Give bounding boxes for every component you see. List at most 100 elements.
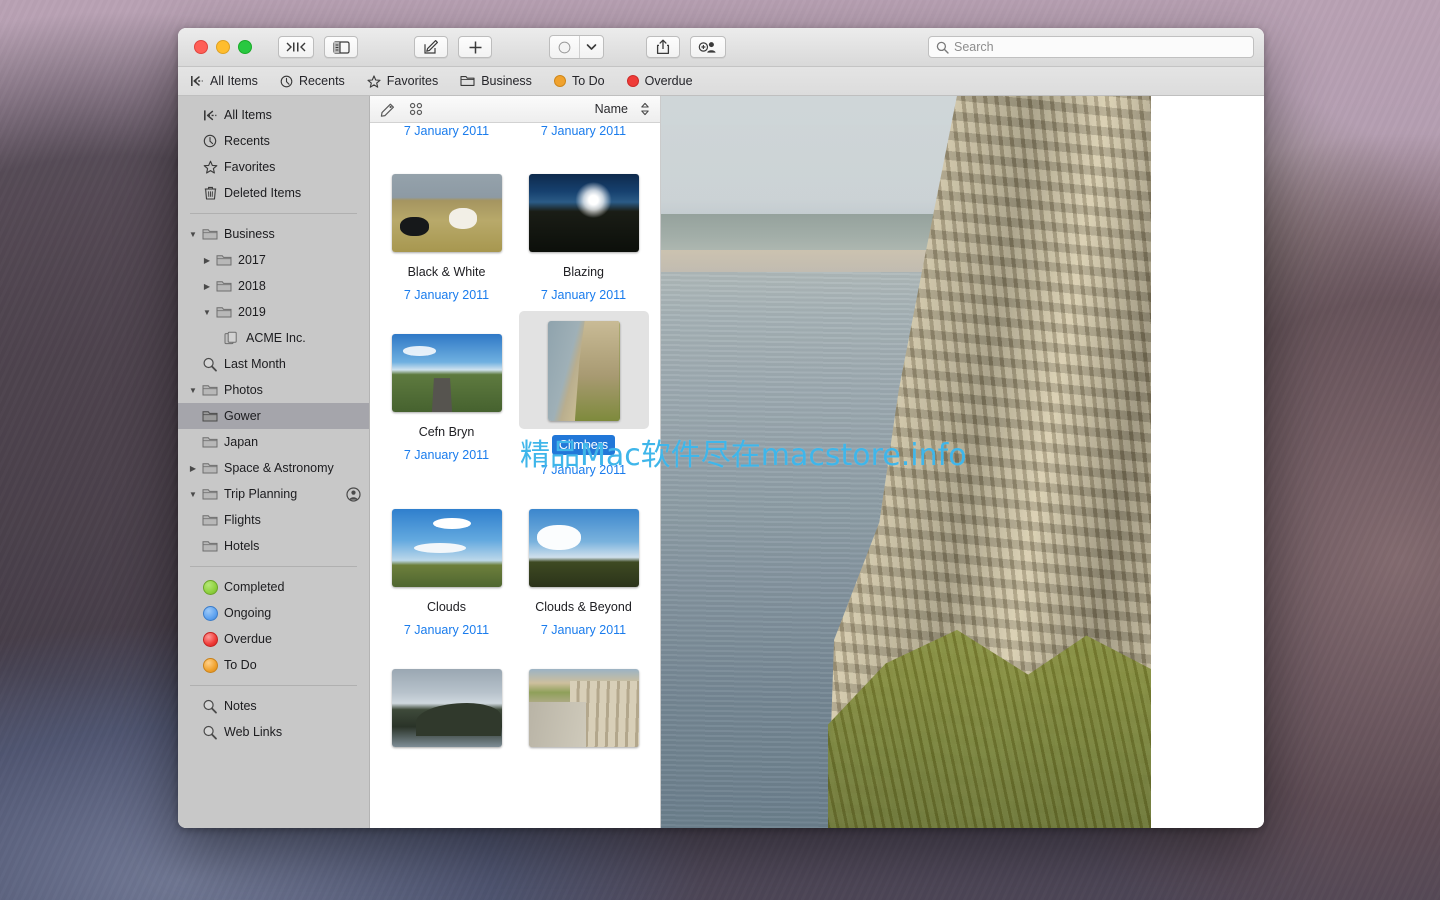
sidebar-item-all-items[interactable]: All Items	[178, 102, 369, 128]
sidebar-item-deleted-items[interactable]: Deleted Items	[178, 180, 369, 206]
list-item[interactable]: 7 January 2011	[378, 123, 515, 147]
sidebar-item-to-do[interactable]: To Do	[178, 652, 369, 678]
item-grid[interactable]: 7 January 2011 7 January 2011 Black & Wh…	[370, 123, 660, 828]
sidebar-item-favorites[interactable]: Favorites	[178, 154, 369, 180]
sidebar-item-japan[interactable]: Japan	[178, 429, 369, 455]
grid-view-icon[interactable]	[409, 102, 423, 116]
sidebar-divider	[190, 685, 357, 686]
stacked-docs-icon	[222, 331, 242, 346]
compose-button[interactable]	[414, 36, 448, 58]
status-circle-icon	[558, 41, 571, 54]
trash-icon	[200, 186, 220, 200]
twisty-right-icon[interactable]: ▶	[200, 282, 214, 291]
twisty-down-icon[interactable]: ▼	[186, 490, 200, 499]
sidebar-item-hotels[interactable]: Hotels	[178, 533, 369, 559]
list-item[interactable]: Clouds 7 January 2011	[378, 486, 515, 646]
list-item-selected[interactable]: Climbers 7 January 2011	[515, 311, 652, 486]
sidebar-item-label: Gower	[224, 409, 261, 423]
twisty-right-icon[interactable]: ▶	[200, 256, 214, 265]
item-date: 7 January 2011	[404, 447, 489, 463]
twisty-right-icon[interactable]: ▶	[186, 464, 200, 473]
list-item[interactable]: Clouds & Beyond 7 January 2011	[515, 486, 652, 646]
status-picker[interactable]	[549, 35, 604, 59]
preview-pane[interactable]	[661, 96, 1264, 828]
status-dropdown-button[interactable]	[579, 36, 603, 58]
tab-overdue[interactable]: Overdue	[627, 74, 693, 88]
sidebar-item-2019[interactable]: ▼ 2019	[178, 299, 369, 325]
sidebar-item-recents[interactable]: Recents	[178, 128, 369, 154]
twisty-down-icon[interactable]: ▼	[186, 230, 200, 239]
sidebar-item-acme-inc[interactable]: ACME Inc.	[178, 325, 369, 351]
sort-label[interactable]: Name	[595, 102, 628, 116]
folder-icon	[200, 488, 220, 501]
sidebar-item-label: Last Month	[224, 357, 286, 371]
tab-all-items[interactable]: All Items	[190, 74, 258, 88]
share-button[interactable]	[646, 36, 680, 58]
sidebar-item-business[interactable]: ▼ Business	[178, 221, 369, 247]
sidebar-item-2018[interactable]: ▶ 2018	[178, 273, 369, 299]
sidebar-toggle-icon	[333, 41, 350, 54]
item-date: 7 January 2011	[541, 123, 626, 139]
sidebar-item-label: 2019	[238, 305, 266, 319]
status-circle-button[interactable]	[550, 36, 579, 58]
item-name: Cefn Bryn	[419, 424, 475, 440]
tab-recents[interactable]: Recents	[280, 74, 345, 88]
tab-label: All Items	[210, 74, 258, 88]
twisty-down-icon[interactable]: ▼	[186, 386, 200, 395]
sidebar-item-label: Japan	[224, 435, 258, 449]
dot-icon	[627, 75, 639, 87]
search-field[interactable]: Search	[928, 36, 1254, 58]
add-person-icon	[698, 40, 718, 54]
item-date: 7 January 2011	[404, 622, 489, 638]
item-thumbnail-wrap	[382, 664, 512, 753]
app-window: Search All Items Recents	[178, 28, 1264, 828]
search-icon	[936, 41, 949, 54]
folder-icon	[200, 228, 220, 241]
sidebar-toggle-button[interactable]	[324, 36, 358, 58]
list-item[interactable]: Blazing 7 January 2011	[515, 147, 652, 311]
sidebar-item-completed[interactable]: Completed	[178, 574, 369, 600]
sidebar-item-last-month[interactable]: Last Month	[178, 351, 369, 377]
window-titlebar: Search	[178, 28, 1264, 67]
tab-to-do[interactable]: To Do	[554, 74, 605, 88]
sidebar-item-gower[interactable]: Gower	[178, 403, 369, 429]
tab-favorites[interactable]: Favorites	[367, 74, 438, 88]
sidebar-item-space-astronomy[interactable]: ▶ Space & Astronomy	[178, 455, 369, 481]
sidebar-item-label: ACME Inc.	[246, 331, 306, 345]
star-icon	[367, 75, 381, 88]
list-item[interactable]	[378, 646, 515, 761]
twisty-down-icon[interactable]: ▼	[200, 308, 214, 317]
sidebar-item-2017[interactable]: ▶ 2017	[178, 247, 369, 273]
sidebar-item-label: Overdue	[224, 632, 272, 646]
sidebar-item-flights[interactable]: Flights	[178, 507, 369, 533]
item-list-column: Name 7 January 2011 7 January 2011	[370, 96, 661, 828]
item-thumbnail	[548, 321, 620, 421]
sidebar-item-trip-planning[interactable]: ▼ Trip Planning	[178, 481, 369, 507]
minimize-button[interactable]	[216, 40, 230, 54]
list-header: Name	[370, 96, 660, 123]
close-button[interactable]	[194, 40, 208, 54]
list-item[interactable]: 7 January 2011	[515, 123, 652, 147]
sidebar-item-ongoing[interactable]: Ongoing	[178, 600, 369, 626]
list-item[interactable]	[515, 646, 652, 761]
tab-label: Favorites	[387, 74, 438, 88]
collapse-width-button[interactable]	[278, 36, 314, 58]
sidebar-item-notes[interactable]: Notes	[178, 693, 369, 719]
tag-pencil-icon[interactable]	[380, 102, 397, 117]
sidebar-item-label: Photos	[224, 383, 263, 397]
sidebar: All Items Recents	[178, 96, 370, 828]
collapse-width-icon	[286, 41, 306, 53]
sidebar-item-photos[interactable]: ▼ Photos	[178, 377, 369, 403]
list-item[interactable]: Black & White 7 January 2011	[378, 147, 515, 311]
add-person-button[interactable]	[690, 36, 726, 58]
tab-business[interactable]: Business	[460, 74, 532, 88]
dot-icon	[200, 606, 220, 621]
list-item[interactable]: Cefn Bryn 7 January 2011	[378, 311, 515, 486]
sidebar-item-web-links[interactable]: Web Links	[178, 719, 369, 745]
sort-arrows-icon[interactable]	[640, 102, 650, 116]
folder-icon	[200, 462, 220, 475]
maximize-button[interactable]	[238, 40, 252, 54]
sidebar-item-overdue[interactable]: Overdue	[178, 626, 369, 652]
folder-icon	[214, 280, 234, 293]
add-button[interactable]	[458, 36, 492, 58]
